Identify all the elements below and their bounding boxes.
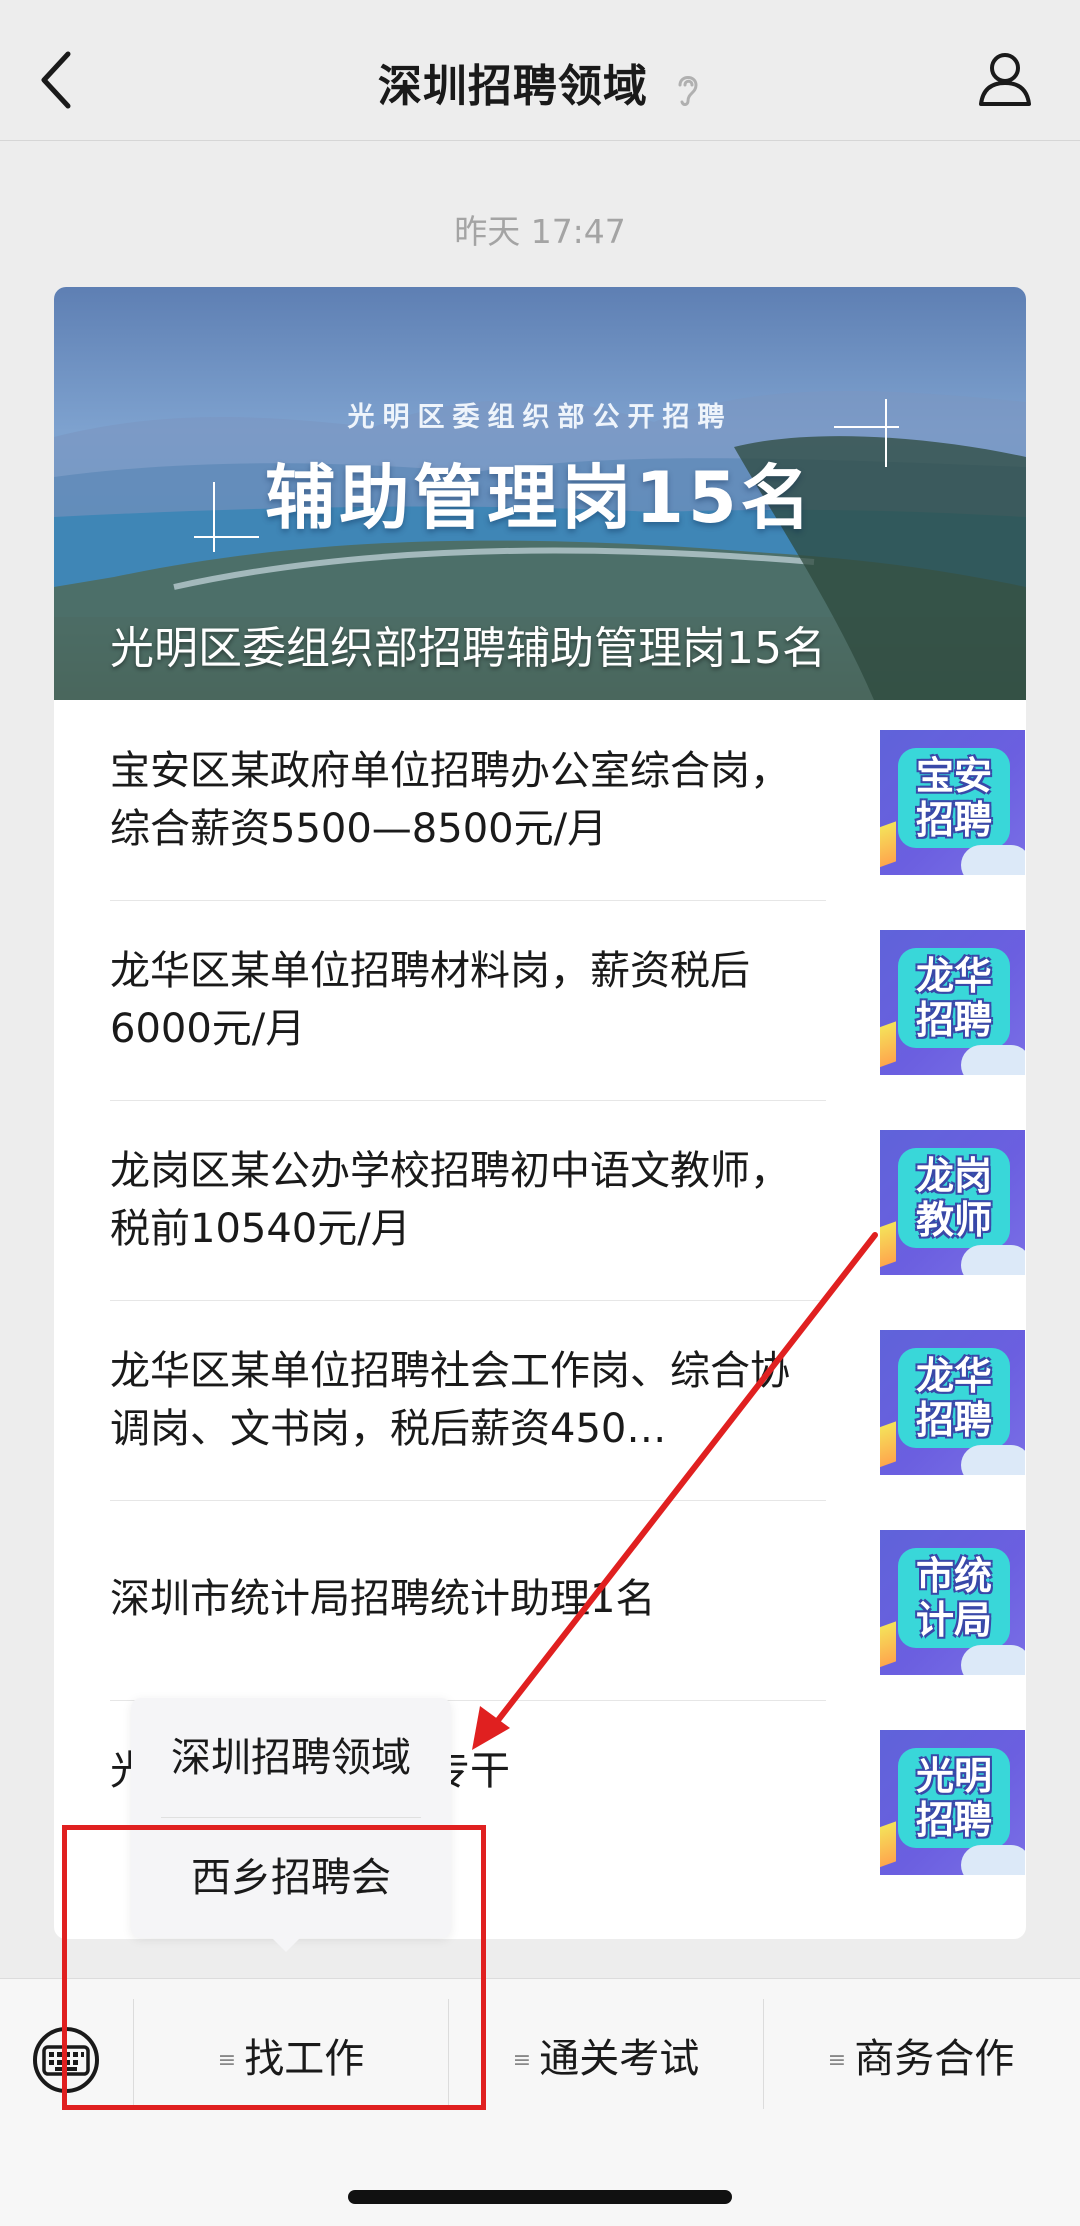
thumbnail-label: 龙岗 教师 xyxy=(915,1154,992,1242)
thumbnail-label: 龙华 招聘 xyxy=(915,1354,992,1442)
article-thumbnail: 光明 招聘 xyxy=(880,1730,1025,1875)
article-item[interactable]: 宝安区某政府单位招聘办公室综合岗，综合薪资5500—8500元/月 宝安 招聘 xyxy=(110,700,1025,901)
article-item[interactable]: 龙华区某单位招聘社会工作岗、综合协调岗、文书岗，税后薪资450… 龙华 招聘 xyxy=(110,1300,1025,1501)
article-thumbnail: 宝安 招聘 xyxy=(880,730,1025,875)
menu-lines-icon: ≡ xyxy=(512,2048,532,2073)
article-item[interactable]: 龙华区某单位招聘材料岗，薪资税后6000元/月 龙华 招聘 xyxy=(110,900,1025,1101)
banner-subtitle: 光明区委组织部公开招聘 xyxy=(347,402,733,433)
article-thumbnail: 龙岗 教师 xyxy=(880,1130,1025,1275)
thumbnail-label: 宝安 招聘 xyxy=(915,754,992,842)
menu-lines-icon: ≡ xyxy=(827,2048,847,2073)
annotation-highlight-box xyxy=(62,1825,486,2110)
menu-tab-exam[interactable]: ≡ 通关考试 xyxy=(449,1999,763,2119)
article-title: 宝安区某政府单位招聘办公室综合岗，综合薪资5500—8500元/月 xyxy=(110,748,790,852)
user-profile-icon[interactable] xyxy=(975,48,1035,108)
article-title: 深圳市统计局招聘统计助理1名 xyxy=(110,1576,656,1622)
ear-mode-icon xyxy=(678,76,698,106)
article-title: 龙华区某单位招聘社会工作岗、综合协调岗、文书岗，税后薪资450… xyxy=(110,1348,790,1452)
home-indicator xyxy=(348,2190,732,2204)
message-timestamp: 昨天 17:47 xyxy=(454,212,626,251)
top-nav-bar: 深圳招聘领域 xyxy=(0,0,1080,141)
article-item[interactable]: 深圳市统计局招聘统计助理1名 市统 计局 xyxy=(110,1500,1025,1701)
menu-tab-label: 商务合作 xyxy=(854,2036,1015,2082)
page-title: 深圳招聘领域 xyxy=(0,50,1080,114)
article-item[interactable]: 龙岗区某公办学校招聘初中语文教师，税前10540元/月 龙岗 教师 xyxy=(110,1100,1025,1301)
banner-caption: 光明区委组织部招聘辅助管理岗15名 xyxy=(110,623,826,674)
article-thumbnail: 龙华 招聘 xyxy=(880,930,1025,1075)
banner-article[interactable]: 光明区委组织部公开招聘 辅助管理岗15名 光明区委组织部招聘辅助管理岗15名 xyxy=(54,287,1026,700)
thumbnail-label: 市统 计局 xyxy=(915,1554,992,1642)
menu-tab-business[interactable]: ≡ 商务合作 xyxy=(764,1999,1078,2119)
submenu-item[interactable]: 深圳招聘领域 xyxy=(131,1698,451,1818)
article-thumbnail: 龙华 招聘 xyxy=(880,1330,1025,1475)
article-card: 光明区委组织部公开招聘 辅助管理岗15名 光明区委组织部招聘辅助管理岗15名 宝… xyxy=(54,287,1026,1939)
article-thumbnail: 市统 计局 xyxy=(880,1530,1025,1675)
banner-headline: 辅助管理岗15名 xyxy=(265,457,815,539)
thumbnail-label: 龙华 招聘 xyxy=(915,954,992,1042)
menu-tab-label: 通关考试 xyxy=(539,2036,700,2082)
article-title: 龙岗区某公办学校招聘初中语文教师，税前10540元/月 xyxy=(110,1148,790,1252)
thumbnail-label: 光明 招聘 xyxy=(915,1754,992,1842)
account-name: 深圳招聘领域 xyxy=(377,61,648,112)
article-title: 龙华区某单位招聘材料岗，薪资税后6000元/月 xyxy=(110,948,750,1052)
